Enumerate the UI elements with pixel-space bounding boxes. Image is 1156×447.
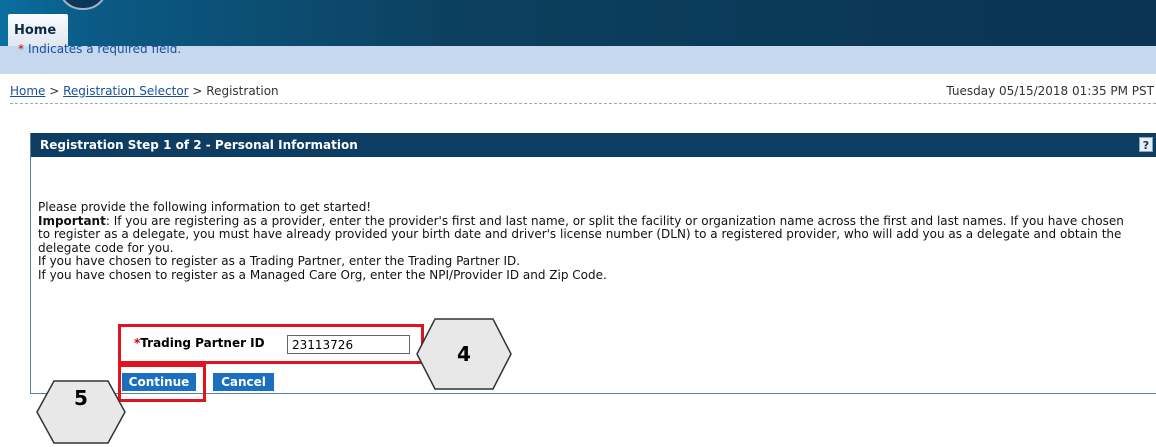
instructions-intro: Please provide the following information… [38, 200, 372, 214]
required-note-text: Indicates a required field. [28, 42, 182, 56]
breadcrumb-registration-selector-link[interactable]: Registration Selector [63, 84, 188, 98]
instructions-managed-care: If you have chosen to register as a Mana… [38, 267, 607, 282]
required-asterisk: * [18, 42, 24, 56]
breadcrumb: Home > Registration Selector > Registrat… [10, 84, 279, 98]
step-4-label: 4 [457, 342, 471, 366]
panel-header: Registration Step 1 of 2 - Personal Info… [31, 133, 1156, 157]
breadcrumb-separator: > [45, 84, 64, 98]
step-5-label: 5 [74, 386, 88, 410]
logo-icon [58, 0, 108, 10]
important-text: : If you are registering as a provider, … [38, 213, 1124, 255]
trading-partner-highlight [118, 324, 424, 364]
divider [10, 103, 1156, 104]
breadcrumb-separator: > [188, 84, 207, 98]
top-navigation-bar: Home [0, 0, 1156, 46]
panel-title: Registration Step 1 of 2 - Personal Info… [40, 138, 358, 152]
breadcrumb-current: Registration [206, 84, 279, 98]
instructions-trading-partner: If you have chosen to register as a Trad… [38, 254, 521, 268]
cancel-button[interactable]: Cancel [213, 373, 274, 391]
instructions-important: Important: If you are registering as a p… [38, 213, 1138, 256]
step-5-callout: 5 [36, 380, 126, 444]
required-field-note: * Indicates a required field. [18, 42, 181, 56]
step-4-callout: 4 [416, 318, 512, 390]
important-label: Important [38, 213, 106, 228]
help-icon[interactable]: ? [1139, 137, 1153, 152]
continue-highlight [118, 364, 206, 402]
current-datetime: Tuesday 05/15/2018 01:35 PM PST [946, 84, 1154, 98]
breadcrumb-home-link[interactable]: Home [10, 84, 45, 98]
instructions: Please provide the following information… [38, 200, 1138, 282]
